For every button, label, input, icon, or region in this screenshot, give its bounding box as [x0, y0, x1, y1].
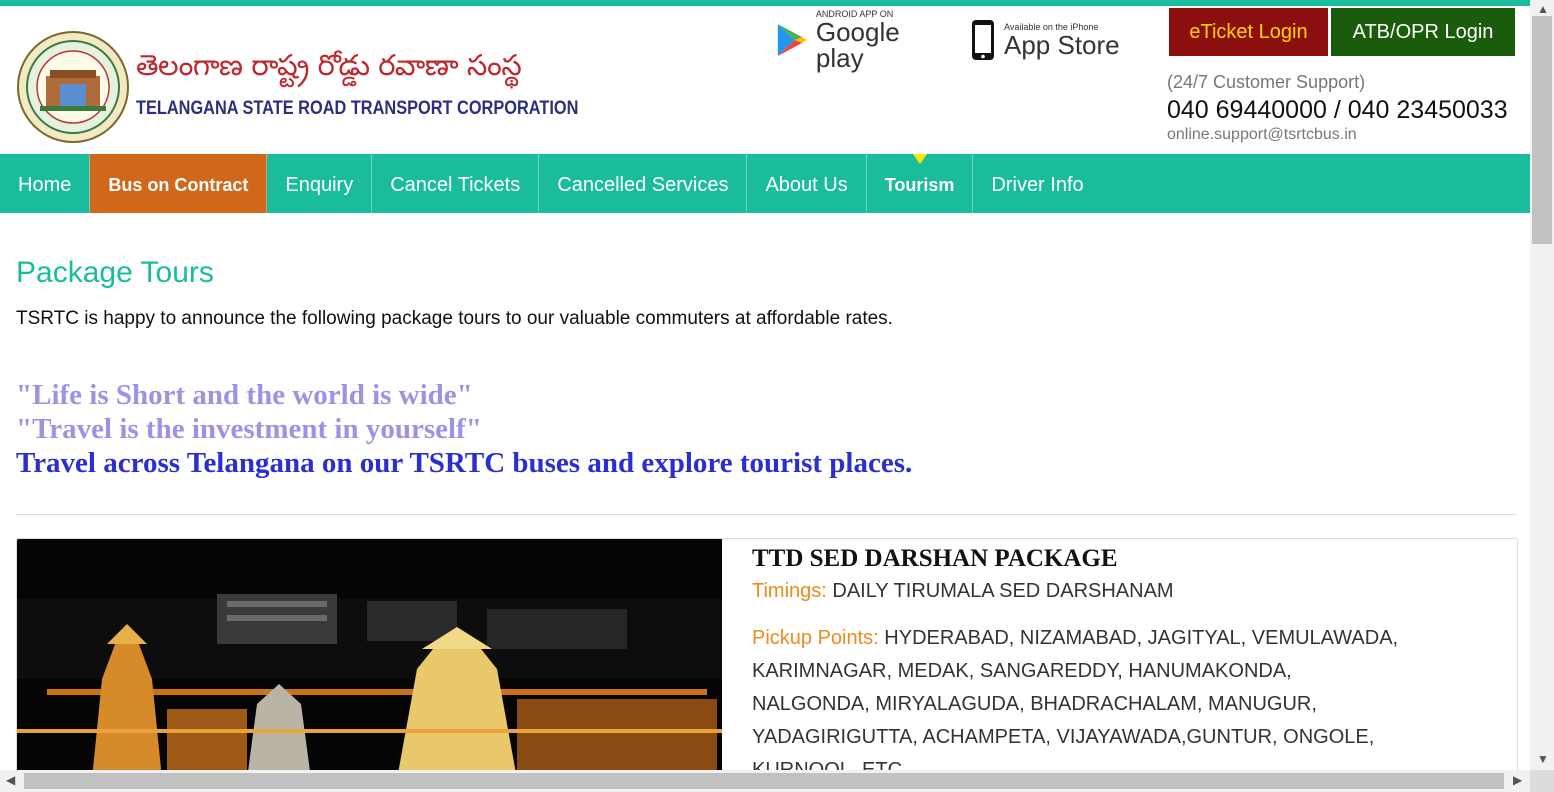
support-email[interactable]: online.support@tsrtcbus.in	[1167, 126, 1357, 144]
pickup-line-1: HYDERABAD, NIZAMABAD, JAGITYAL, VEMULAWA…	[884, 627, 1399, 649]
scroll-up-icon[interactable]: ▲	[1537, 2, 1549, 16]
nav-driver-info[interactable]: Driver Info	[973, 154, 1101, 213]
google-play-badge[interactable]: ANDROID APP ON Google play	[776, 9, 946, 71]
page-title: Package Tours	[16, 256, 214, 289]
horizontal-scrollbar[interactable]: ◀ ▶	[0, 770, 1530, 792]
app-store-text: App Store	[1004, 30, 1120, 60]
brand-english: TELANGANA STATE ROAD TRANSPORT CORPORATI…	[136, 98, 579, 119]
pickup-line-4: YADAGIRIGUTTA, ACHAMPETA, VIJAYAWADA,GUN…	[752, 726, 1375, 748]
package-title: TTD SED DARSHAN PACKAGE	[752, 545, 1118, 572]
google-play-text: Google play	[815, 17, 900, 73]
nav-enquiry[interactable]: Enquiry	[267, 154, 373, 213]
horizontal-scroll-thumb[interactable]	[24, 773, 1504, 789]
nav-cancelled-services[interactable]: Cancelled Services	[539, 154, 748, 213]
scroll-left-icon[interactable]: ◀	[6, 773, 15, 787]
pickup-line-2: KARIMNAGAR, MEDAK, SANGAREDDY, HANUMAKON…	[752, 660, 1292, 682]
iphone-icon	[972, 20, 994, 60]
pickup-label: Pickup Points:	[752, 627, 879, 649]
nav-cancel-tickets[interactable]: Cancel Tickets	[372, 154, 540, 213]
scroll-down-icon[interactable]: ▼	[1537, 752, 1549, 766]
quote-travel-investment: "Travel is the investment in yourself"	[16, 413, 482, 445]
package-card: TTD SED DARSHAN PACKAGE Timings: DAILY T…	[16, 538, 1518, 780]
divider	[16, 514, 1516, 515]
support-phone: 040 69440000 / 040 23450033	[1167, 96, 1508, 124]
support-label: (24/7 Customer Support)	[1167, 72, 1366, 92]
scroll-right-icon[interactable]: ▶	[1513, 773, 1522, 787]
package-info: TTD SED DARSHAN PACKAGE Timings: DAILY T…	[752, 545, 1452, 779]
intro-text: TSRTC is happy to announce the following…	[16, 308, 893, 329]
brand-telugu: తెలంగాణ రాష్ట్ర రోడ్డు రవాణా సంస్థ	[136, 48, 522, 82]
timings-label: Timings:	[752, 580, 827, 602]
google-play-icon	[777, 24, 807, 56]
timings-value: DAILY TIRUMALA SED DARSHANAM	[832, 580, 1174, 602]
scrollbar-corner	[1530, 770, 1554, 792]
nav-home[interactable]: Home	[0, 154, 91, 213]
tagline-explore: Travel across Telangana on our TSRTC bus…	[16, 447, 913, 479]
site-header: తెలంగాణ రాష్ట్ర రోడ్డు రవాణా సంస్థ TELAN…	[0, 6, 1530, 154]
app-store-badge[interactable]: Available on the iPhone App Store	[970, 14, 1140, 66]
tsrtc-logo[interactable]	[16, 30, 130, 144]
main-content: Package Tours TSRTC is happy to announce…	[16, 240, 1516, 480]
pickup-line-3: NALGONDA, MIRYALAGUDA, BHADRACHALAM, MAN…	[752, 693, 1317, 715]
quote-life-short: "Life is Short and the world is wide"	[16, 379, 473, 411]
atb-opr-login-button[interactable]: ATB/OPR Login	[1331, 8, 1515, 56]
nav-bus-on-contract[interactable]: Bus on Contract	[90, 154, 268, 213]
nav-tourism[interactable]: Tourism	[867, 154, 974, 213]
nav-about-us[interactable]: About Us	[747, 154, 867, 213]
temple-photo[interactable]	[17, 539, 722, 779]
main-nav: Home Bus on Contract Enquiry Cancel Tick…	[0, 154, 1530, 213]
eticket-login-button[interactable]: eTicket Login	[1169, 8, 1328, 56]
vertical-scroll-thumb[interactable]	[1532, 16, 1552, 244]
vertical-scrollbar[interactable]: ▲ ▼	[1530, 0, 1554, 770]
